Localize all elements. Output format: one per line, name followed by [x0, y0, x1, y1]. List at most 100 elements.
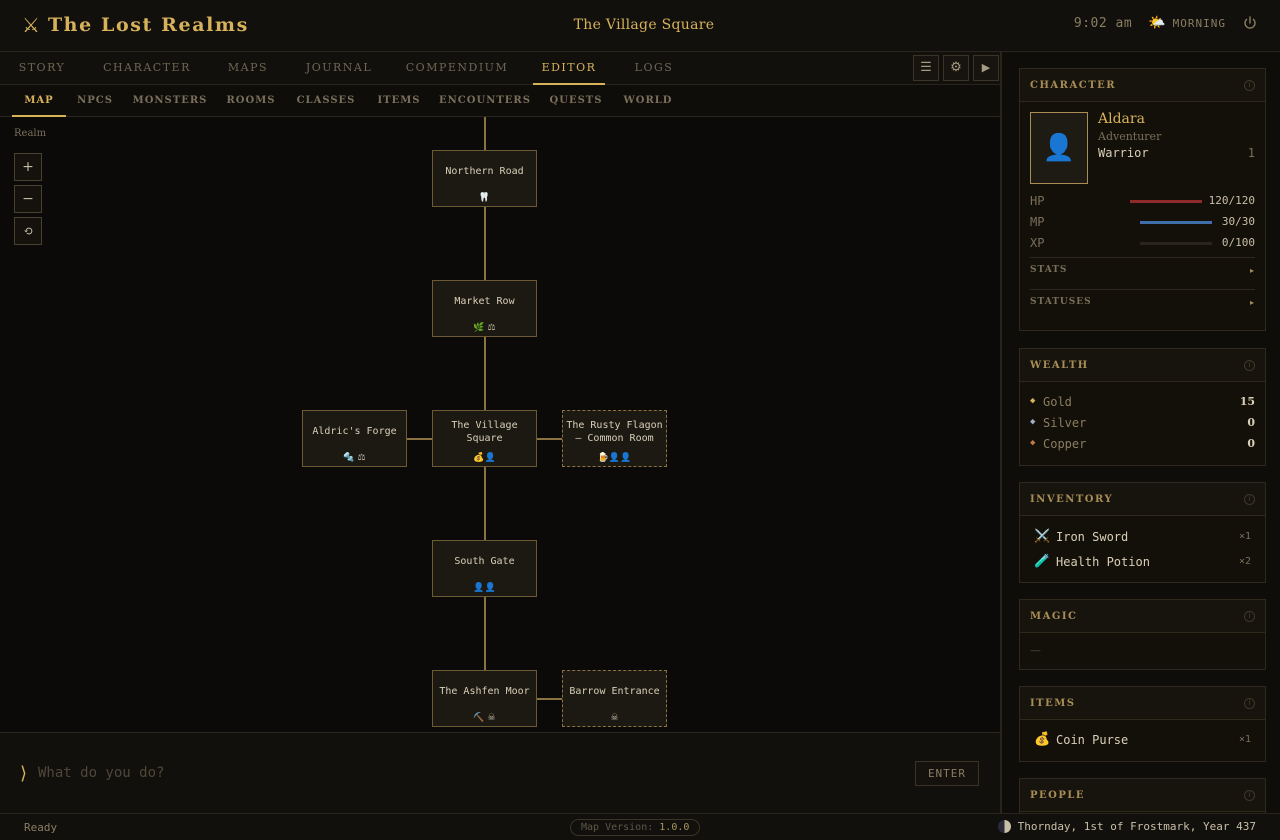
coin-row-gold: ◆ Gold 15 — [1030, 395, 1255, 411]
info-icon[interactable]: i — [1244, 789, 1255, 801]
item-quantity: ×2 — [1238, 556, 1251, 567]
map-connector — [484, 337, 486, 411]
item-quantity: ×1 — [1238, 734, 1251, 745]
map-connector — [407, 438, 433, 440]
map-node-ashfen-moor[interactable]: The Ashfen Moor ⛏️ ☠ — [432, 670, 537, 727]
menu-button[interactable]: ☰ — [913, 55, 939, 81]
statuses-section[interactable]: STATUSES ▸ — [1030, 289, 1255, 313]
map-node-icons: ⛏️ ☠ — [473, 713, 496, 723]
header-status: 9:02 am 🌤️ MORNING — [1074, 15, 1258, 31]
expand-arrow-icon: ▸ — [1249, 297, 1255, 307]
map-node-rusty-flagon[interactable]: The Rusty Flagon — Common Room 🍺👤👤 — [562, 410, 667, 467]
stats-label: STATS — [1030, 265, 1068, 275]
status-text: Ready — [24, 821, 58, 834]
map-node-market-row[interactable]: Market Row 🌿 ⚖ — [432, 280, 537, 337]
item-name: Health Potion — [1056, 555, 1150, 569]
status-bar: Ready Map Version: 1.0.0 Thornday, 1st o… — [0, 813, 1280, 840]
panel-header: PEOPLE i — [1020, 779, 1265, 812]
app-header: ⚔ The Lost Realms The Village Square 9:0… — [0, 0, 1280, 52]
map-node-name: The Village Square — [451, 419, 518, 444]
mp-value: 30/30 — [1221, 215, 1255, 228]
subtab-map[interactable]: MAP — [12, 85, 66, 117]
command-input[interactable] — [38, 761, 898, 785]
character-name: Aldara — [1098, 111, 1145, 127]
panel-title: PEOPLE — [1030, 789, 1086, 801]
tab-journal[interactable]: JOURNAL — [298, 52, 380, 85]
panel-header: ITEMS i — [1020, 687, 1265, 720]
tab-editor[interactable]: EDITOR — [533, 52, 605, 85]
character-level: 1 — [1247, 146, 1255, 160]
sword-icon: ⚔️ — [1034, 529, 1051, 544]
coin-purse-icon: 💰 — [1034, 732, 1051, 747]
map-connector — [537, 698, 563, 700]
info-icon[interactable]: i — [1244, 79, 1255, 91]
copper-coin-icon: ◆ — [1030, 438, 1036, 448]
tab-story[interactable]: STORY — [10, 52, 74, 85]
subtab-rooms[interactable]: ROOMS — [222, 85, 280, 117]
tab-character[interactable]: CHARACTER — [98, 52, 196, 85]
map-connector — [484, 117, 486, 151]
avatar[interactable]: 👤 — [1030, 112, 1088, 184]
info-icon[interactable]: i — [1244, 359, 1255, 371]
magic-panel: MAGIC i — — [1019, 599, 1266, 670]
editor-sub-tabs: MAP NPCS MONSTERS ROOMS CLASSES ITEMS EN… — [0, 85, 1000, 117]
magic-empty: — — [1030, 644, 1041, 657]
item-name: Iron Sword — [1056, 530, 1129, 544]
map-node-south-gate[interactable]: South Gate 👤👤 — [432, 540, 537, 597]
panel-title: ITEMS — [1030, 697, 1076, 709]
panel-header: CHARACTER i — [1020, 69, 1265, 102]
map-node-village-square[interactable]: The Village Square 💰👤 — [432, 410, 537, 467]
expand-arrow-icon: ▸ — [1249, 265, 1255, 275]
potion-icon: 🧪 — [1034, 554, 1051, 569]
subtab-npcs[interactable]: NPCS — [72, 85, 118, 117]
map-node-aldrics-forge[interactable]: Aldric's Forge 🔩 ⚖ — [302, 410, 407, 467]
xp-label: XP — [1030, 236, 1045, 250]
subtab-world[interactable]: WORLD — [619, 85, 677, 117]
sun-cloud-icon: 🌤️ — [1148, 15, 1167, 31]
panel-header: MAGIC i — [1020, 600, 1265, 633]
tab-logs[interactable]: LOGS — [626, 52, 682, 85]
subtab-encounters[interactable]: ENCOUNTERS — [439, 85, 531, 117]
inventory-panel: INVENTORY i ⚔️ Iron Sword ×1 🧪 Health Po… — [1019, 482, 1266, 583]
play-button[interactable]: ▶ — [973, 55, 999, 81]
inventory-item[interactable]: 🧪 Health Potion ×2 — [1034, 554, 1251, 572]
panel-title: WEALTH — [1030, 359, 1089, 371]
map-node-name: Northern Road — [445, 166, 524, 177]
subtab-quests[interactable]: QUESTS — [545, 85, 607, 117]
stats-section[interactable]: STATS ▸ — [1030, 257, 1255, 281]
map-node-northern-road[interactable]: Northern Road 🦷 — [432, 150, 537, 207]
character-role: Adventurer — [1098, 130, 1162, 143]
tab-compendium[interactable]: COMPENDIUM — [403, 52, 511, 85]
panel-title: INVENTORY — [1030, 493, 1114, 505]
power-icon[interactable] — [1242, 15, 1258, 31]
inventory-item[interactable]: ⚔️ Iron Sword ×1 — [1034, 529, 1251, 547]
zoom-in-button[interactable]: + — [14, 153, 42, 181]
coin-row-silver: ◆ Silver 0 — [1030, 416, 1255, 432]
item-row[interactable]: 💰 Coin Purse ×1 — [1034, 732, 1251, 750]
map-version-value: 1.0.0 — [659, 822, 690, 833]
main-tabs: STORY CHARACTER MAPS JOURNAL COMPENDIUM … — [0, 52, 1000, 85]
game-clock: 9:02 am — [1073, 15, 1133, 31]
map-node-icons: 👤👤 — [473, 583, 496, 593]
xp-stat: XP 0/100 — [1030, 236, 1255, 252]
coin-value: 15 — [1239, 395, 1255, 408]
enter-button[interactable]: ENTER — [915, 761, 979, 786]
people-panel: PEOPLE i — [1019, 778, 1266, 813]
info-icon[interactable]: i — [1244, 610, 1255, 622]
bar-fill — [1130, 200, 1202, 203]
map-node-icons: 🦷 — [478, 193, 491, 203]
time-of-day: 🌤️ MORNING — [1148, 15, 1226, 31]
reset-view-button[interactable]: ⟲ — [14, 217, 42, 245]
subtab-monsters[interactable]: MONSTERS — [130, 85, 210, 117]
zoom-out-button[interactable]: − — [14, 185, 42, 213]
tab-maps[interactable]: MAPS — [218, 52, 278, 85]
map-node-barrow-entrance[interactable]: Barrow Entrance ☠ — [562, 670, 667, 727]
subtab-classes[interactable]: CLASSES — [293, 85, 359, 117]
map-node-name: Market Row — [454, 296, 515, 307]
settings-button[interactable]: ⚙ — [943, 55, 969, 81]
game-date: Thornday, 1st of Frostmark, Year 437 — [997, 820, 1256, 833]
map-canvas[interactable]: Realm + − ⟲ Northern Road 🦷 Market Row 🌿… — [0, 117, 1000, 732]
info-icon[interactable]: i — [1244, 697, 1255, 709]
info-icon[interactable]: i — [1244, 493, 1255, 505]
subtab-items[interactable]: ITEMS — [372, 85, 426, 117]
